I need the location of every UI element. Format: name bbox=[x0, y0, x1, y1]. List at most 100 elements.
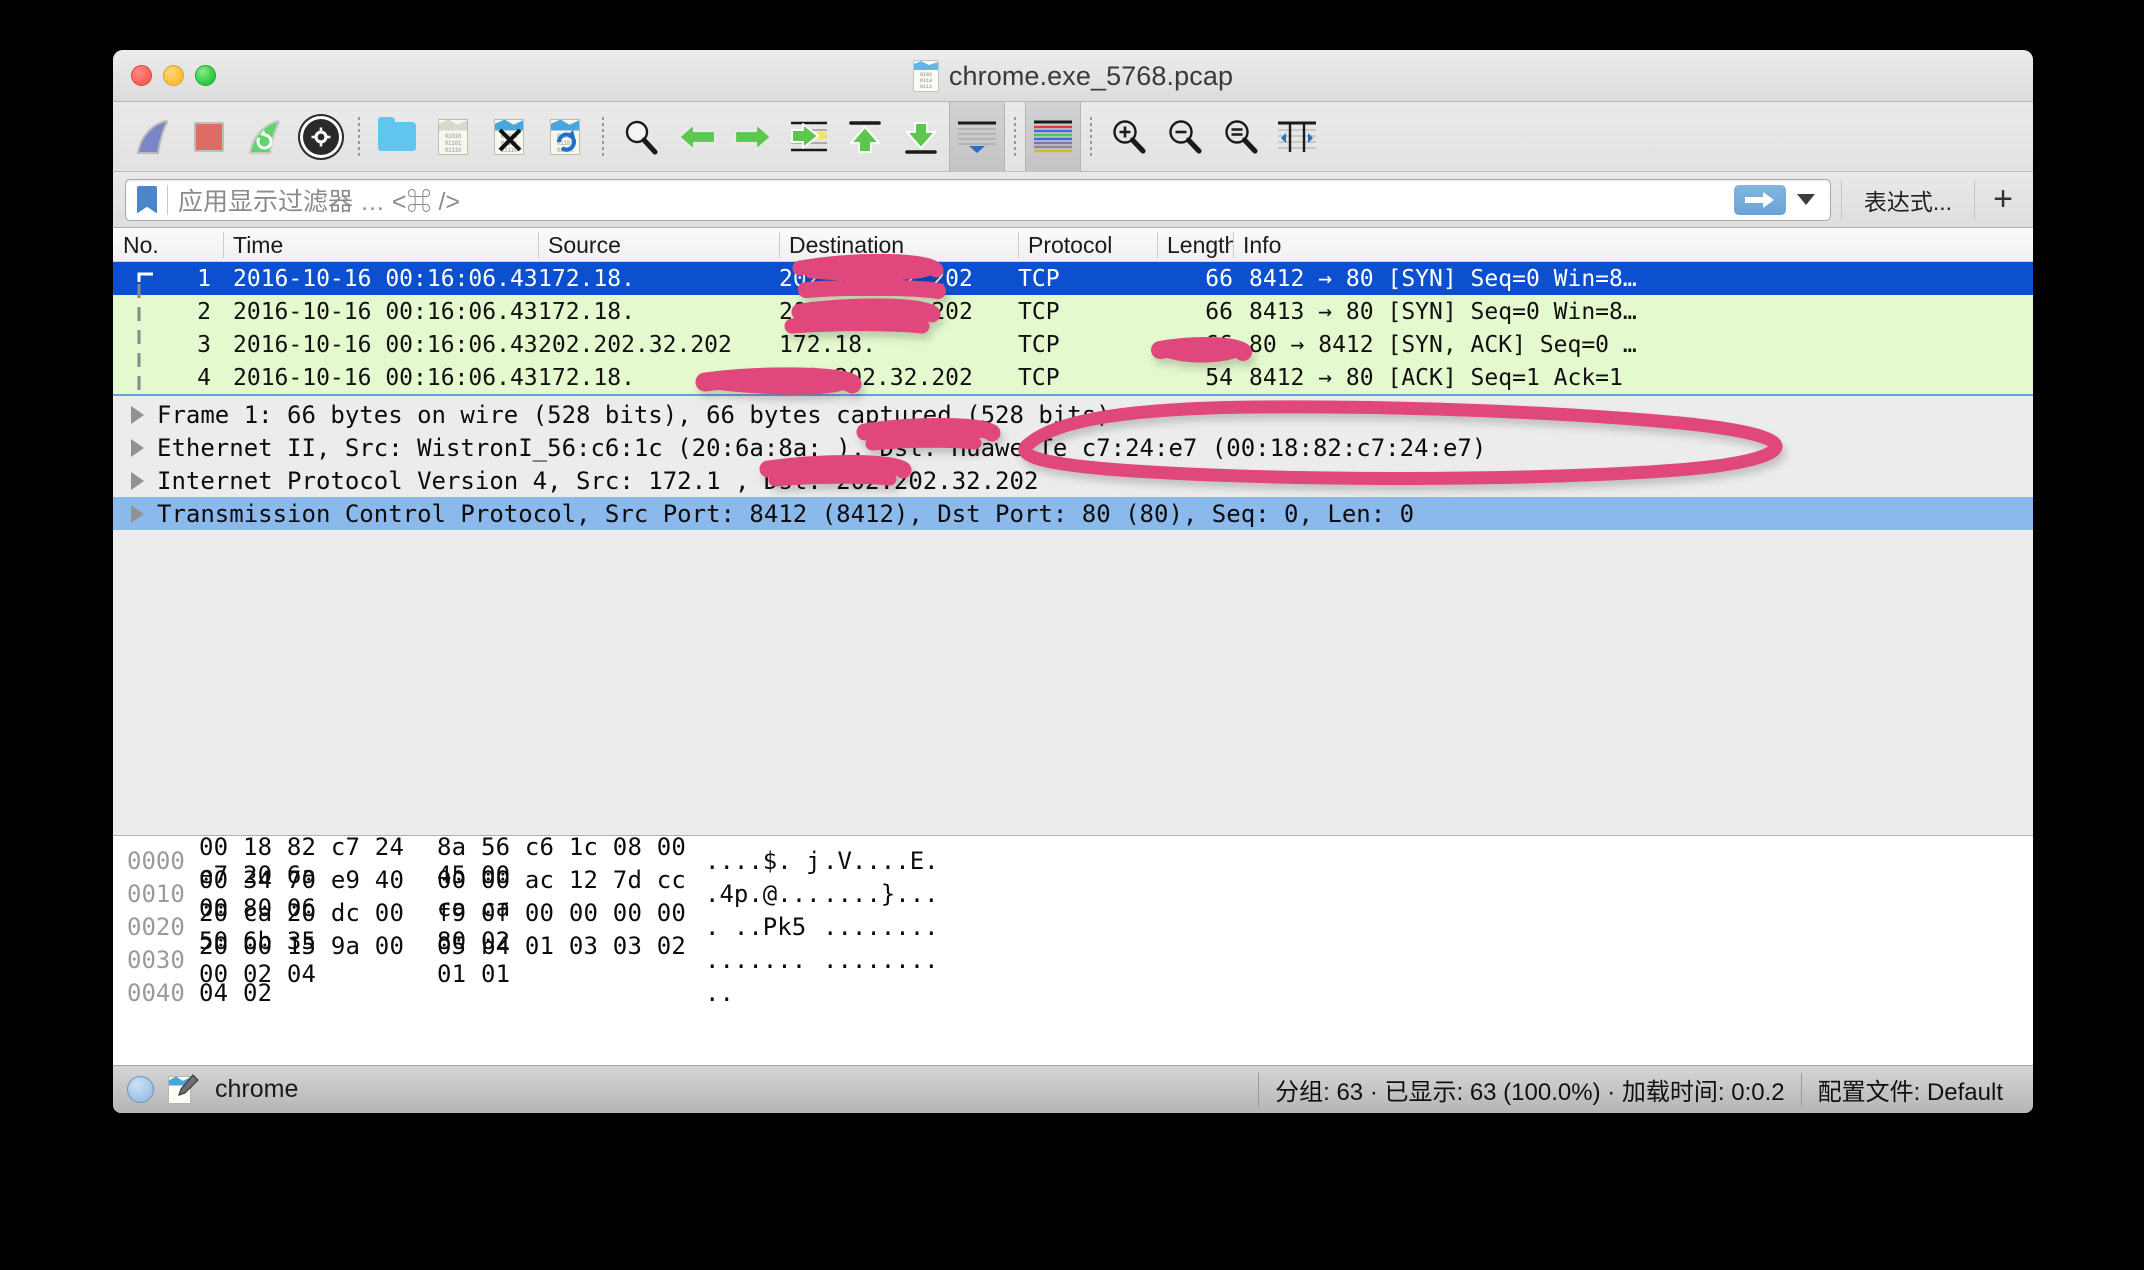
close-file-button[interactable]: 01010 01101 01110 bbox=[481, 109, 537, 165]
zoom-reset-button[interactable] bbox=[1213, 109, 1269, 165]
cell-length: 66 bbox=[1205, 265, 1233, 292]
toolbar-separator bbox=[602, 116, 604, 157]
resize-columns-button[interactable] bbox=[1269, 109, 1325, 165]
detail-row-ethernet[interactable]: Ethernet II, Src: WistronI_56:c6:1c (20:… bbox=[113, 431, 2033, 464]
chevron-right-icon[interactable] bbox=[131, 504, 144, 523]
magnifier-plus-icon bbox=[1113, 119, 1146, 154]
green-up-arrow-bar-icon bbox=[849, 120, 881, 153]
hex-ascii-left: .4p.@... bbox=[705, 879, 821, 908]
column-header-no[interactable]: No. bbox=[113, 232, 223, 258]
cell-source: 172.18. bbox=[538, 298, 635, 325]
cell-time: 2016-10-16 00:16:06.431018 bbox=[233, 298, 538, 325]
green-down-arrow-bar-icon bbox=[905, 121, 937, 154]
packet-list-pane: No. Time Source Destination Protocol Len… bbox=[113, 228, 2033, 394]
detail-label: Transmission Control Protocol, Src Port:… bbox=[157, 499, 1415, 528]
table-row[interactable]: 3 2016-10-16 00:16:06.431144 202.202.32.… bbox=[113, 328, 2033, 361]
bookmark-icon[interactable] bbox=[137, 185, 157, 214]
expert-info-icon[interactable] bbox=[127, 1076, 154, 1103]
go-back-button[interactable] bbox=[669, 109, 725, 165]
filter-dropdown-button[interactable] bbox=[1792, 185, 1820, 215]
hex-ascii-right: .V....E. bbox=[823, 846, 939, 875]
hex-ascii-left: ....$. j bbox=[705, 846, 821, 875]
cell-time: 2016-10-16 00:16:06.431144 bbox=[233, 331, 538, 358]
hex-row[interactable]: 0040 04 02 .. bbox=[113, 976, 2033, 1009]
binary-document-icon: 01010 01101 01110 bbox=[438, 118, 468, 155]
go-forward-button[interactable] bbox=[725, 109, 781, 165]
cell-info: 8412 → 80 [ACK] Seq=1 Ack=1 bbox=[1249, 364, 1623, 391]
save-file-button[interactable]: 01010 01101 01110 bbox=[425, 109, 481, 165]
packet-details-pane: Frame 1: 66 bytes on wire (528 bits), 66… bbox=[113, 394, 2033, 835]
right-arrow-icon bbox=[1744, 191, 1774, 208]
apply-filter-button[interactable] bbox=[1733, 184, 1786, 215]
go-to-first-packet-button[interactable] bbox=[837, 109, 893, 165]
detail-row-tcp[interactable]: Transmission Control Protocol, Src Port:… bbox=[113, 497, 2033, 530]
green-right-arrow-icon bbox=[733, 122, 773, 151]
chevron-right-icon[interactable] bbox=[131, 438, 144, 457]
go-to-last-packet-button[interactable] bbox=[893, 109, 949, 165]
pencil-icon bbox=[178, 1073, 199, 1096]
cell-destination: 202.202.32.202 bbox=[779, 265, 973, 292]
add-filter-button[interactable]: + bbox=[1981, 180, 2025, 219]
table-row[interactable]: 4 2016-10-16 00:16:06.431197 172.18. 202… bbox=[113, 361, 2033, 394]
column-header-info[interactable]: Info bbox=[1233, 231, 2033, 258]
lines-with-blue-marker-icon bbox=[958, 121, 996, 153]
detail-row-frame[interactable]: Frame 1: 66 bytes on wire (528 bits), 66… bbox=[113, 398, 2033, 431]
auto-scroll-live-button[interactable] bbox=[949, 101, 1005, 172]
restart-capture-button[interactable] bbox=[237, 109, 293, 165]
column-header-time[interactable]: Time bbox=[223, 231, 538, 258]
cell-no: 1 bbox=[197, 265, 211, 292]
capture-file-name: chrome bbox=[215, 1075, 299, 1103]
zoom-in-button[interactable] bbox=[1101, 109, 1157, 165]
zoom-out-button[interactable] bbox=[1157, 109, 1213, 165]
open-file-button[interactable] bbox=[369, 109, 425, 165]
magnifier-equals-icon bbox=[1225, 119, 1258, 154]
find-packet-button[interactable] bbox=[613, 109, 669, 165]
cell-length: 66 bbox=[1205, 298, 1233, 325]
hex-row[interactable]: 0030 20 00 15 9a 00 00 02 04 05 b4 01 03… bbox=[113, 932, 2033, 988]
capture-comment-icon[interactable] bbox=[168, 1073, 199, 1104]
cell-time: 2016-10-16 00:16:06.431197 bbox=[233, 364, 538, 391]
main-toolbar: 01010 01101 01110 01010 01101 01110 01010 011… bbox=[113, 101, 2033, 172]
hex-offset: 0040 bbox=[127, 978, 185, 1007]
column-header-destination[interactable]: Destination bbox=[779, 231, 1018, 258]
cell-no: 2 bbox=[197, 298, 211, 325]
cell-destination: 202.202.32.202 bbox=[779, 364, 973, 391]
hex-offset: 0030 bbox=[127, 945, 185, 974]
chevron-right-icon[interactable] bbox=[131, 405, 144, 424]
table-row[interactable]: 2 2016-10-16 00:16:06.431018 172.18. 202… bbox=[113, 295, 2033, 328]
packet-bytes-pane: 0000 00 18 82 c7 24 e7 20 6a 8a 56 c6 1c… bbox=[113, 835, 2033, 1065]
hex-ascii-right: ....}... bbox=[823, 879, 939, 908]
column-header-source[interactable]: Source bbox=[538, 231, 779, 258]
red-square-icon bbox=[194, 121, 224, 152]
gear-icon bbox=[303, 118, 339, 155]
magnifier-icon bbox=[625, 120, 658, 154]
window-title: chrome.exe_5768.pcap bbox=[948, 60, 1234, 91]
hex-offset: 0000 bbox=[127, 846, 185, 875]
display-filter-input[interactable]: 应用显示过滤器 … <⌘ /> bbox=[125, 178, 1831, 221]
column-header-protocol[interactable]: Protocol bbox=[1018, 231, 1157, 258]
hex-bytes-left: 04 02 bbox=[199, 978, 273, 1007]
columns-resize-icon bbox=[1278, 121, 1316, 152]
toolbar-separator bbox=[1014, 116, 1016, 157]
chevron-right-icon[interactable] bbox=[131, 471, 144, 490]
document-refresh-icon: 01010 01101 01110 bbox=[550, 118, 580, 155]
capture-options-button[interactable] bbox=[293, 109, 349, 165]
hex-bytes-right: 05 b4 01 03 03 02 01 01 bbox=[437, 931, 687, 988]
packet-list-rows: 1 2016-10-16 00:16:06.430730 172.18. 202… bbox=[113, 262, 2033, 394]
column-header-length[interactable]: Length bbox=[1157, 231, 1233, 258]
divider bbox=[1974, 179, 1975, 220]
reload-file-button[interactable]: 01010 01101 01110 bbox=[537, 109, 593, 165]
configuration-profile[interactable]: 配置文件: Default bbox=[1802, 1073, 2019, 1107]
title-center: 0101 0110 0111 chrome.exe_5768.pcap bbox=[113, 50, 2033, 102]
go-to-packet-button[interactable] bbox=[781, 109, 837, 165]
cell-no: 3 bbox=[197, 331, 211, 358]
detail-row-ipv4[interactable]: Internet Protocol Version 4, Src: 172.1 … bbox=[113, 464, 2033, 497]
hex-ascii-left: .. bbox=[705, 978, 734, 1007]
colorize-packets-button[interactable] bbox=[1025, 101, 1081, 172]
expression-button[interactable]: 表达式... bbox=[1848, 179, 1968, 221]
stop-capture-button[interactable] bbox=[181, 109, 237, 165]
start-capture-button[interactable] bbox=[125, 109, 181, 165]
toolbar-separator bbox=[1090, 116, 1092, 157]
table-row[interactable]: 1 2016-10-16 00:16:06.430730 172.18. 202… bbox=[113, 262, 2033, 295]
hex-ascii-right: ........ bbox=[823, 945, 939, 974]
